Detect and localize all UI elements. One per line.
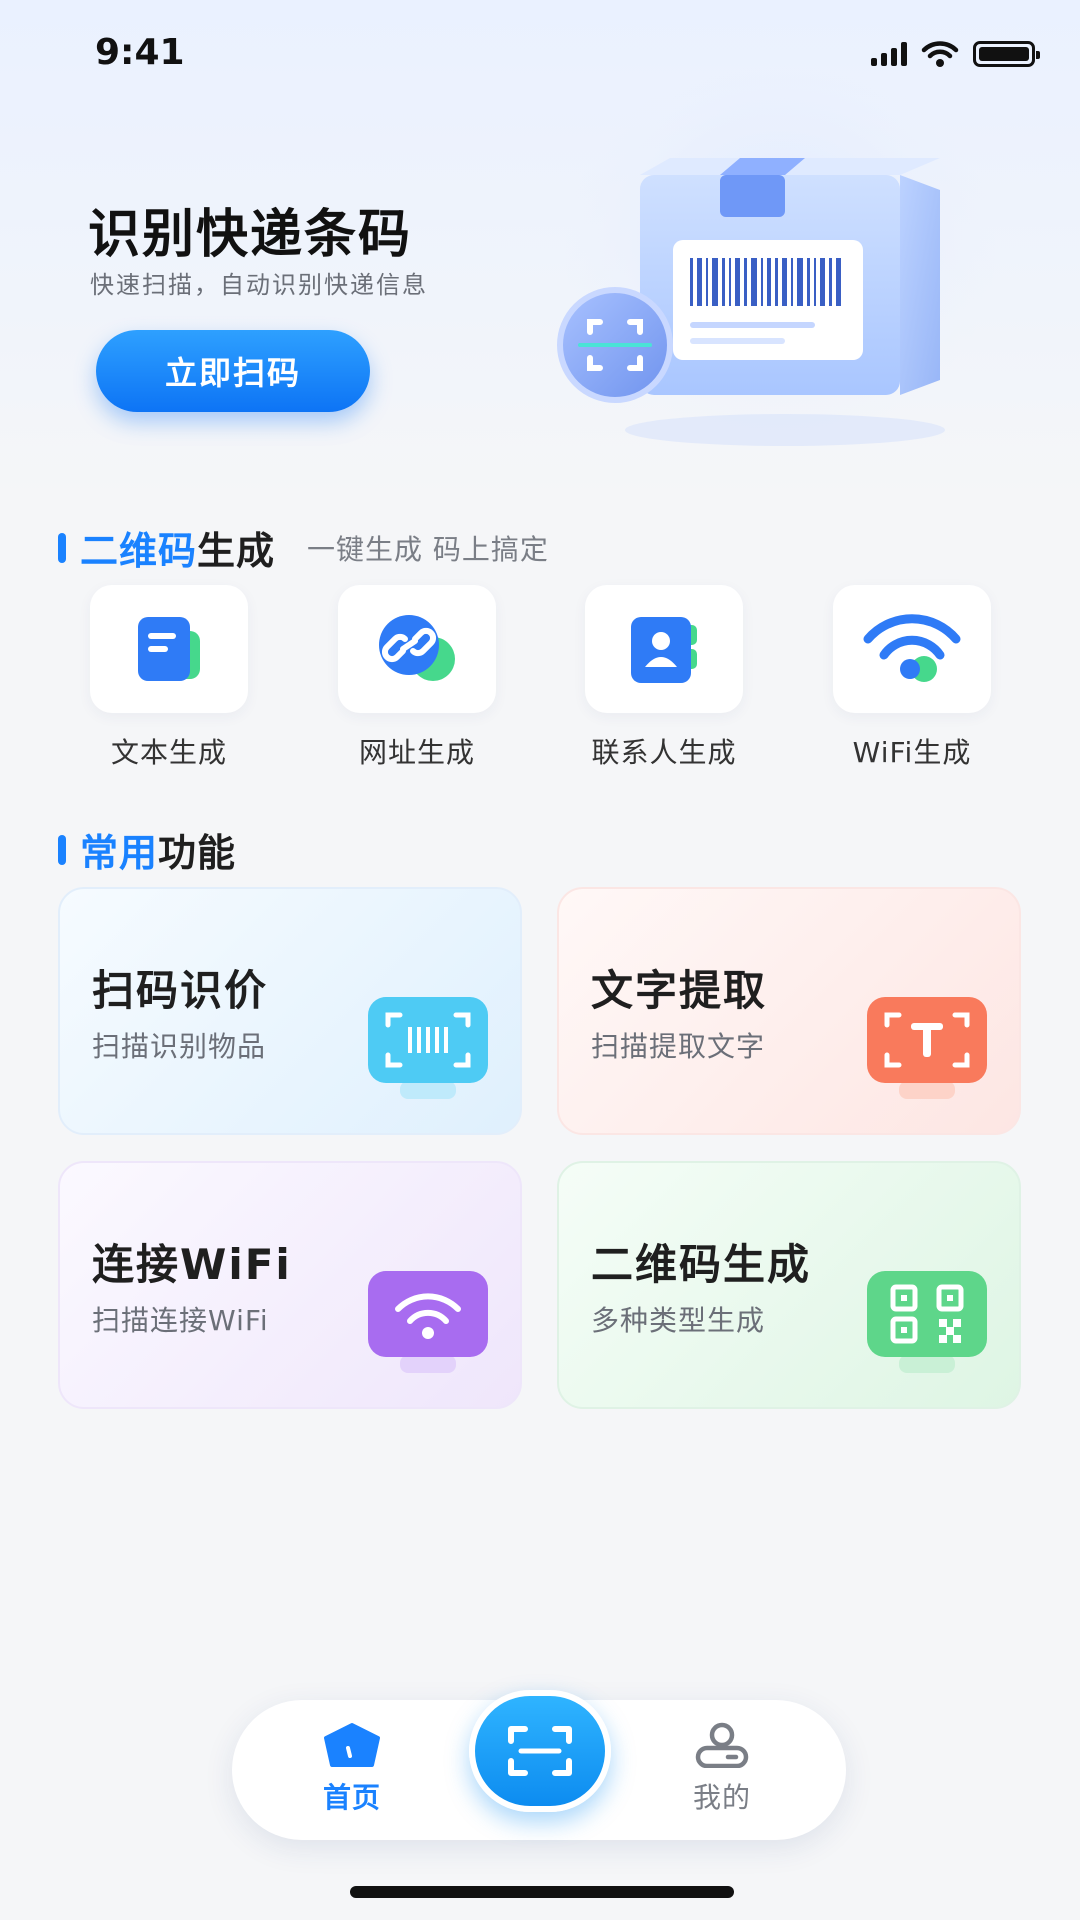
qr-section-title-highlight: 二维码: [80, 529, 198, 573]
hero-title: 识别快递条码: [88, 205, 413, 265]
user-icon: [695, 1722, 749, 1768]
wifi-connect-icon: [368, 1271, 488, 1373]
text-generate-label: 文本生成: [110, 736, 227, 769]
section-marker: [58, 834, 66, 865]
package-barcode-illustration: [557, 60, 995, 446]
text-doc-icon: [138, 617, 200, 681]
qr-section-description: 一键生成 码上搞定: [307, 532, 549, 566]
text-extract-card[interactable]: 文字提取 扫描提取文字: [557, 887, 1021, 1135]
common-section-title-rest: 功能: [158, 831, 237, 875]
wifi-generate-label: WiFi生成: [852, 736, 972, 769]
link-icon: [379, 615, 455, 681]
text-extract-icon: [867, 997, 987, 1099]
qr-section-title-rest: 生成: [197, 529, 276, 573]
barcode-scan-icon: [368, 997, 488, 1099]
status-time: 9:41: [95, 32, 185, 73]
tab-mine[interactable]: 我的: [662, 1722, 782, 1816]
connect-wifi-subtitle: 扫描连接WiFi: [92, 1304, 269, 1337]
tab-mine-label: 我的: [692, 1781, 751, 1814]
qr-section-title: 二维码生成: [80, 520, 275, 575]
url-generate-tile[interactable]: [338, 585, 496, 713]
connect-wifi-title: 连接WiFi: [92, 1240, 292, 1289]
contact-generate-label: 联系人生成: [591, 736, 737, 769]
connect-wifi-card[interactable]: 连接WiFi 扫描连接WiFi: [58, 1161, 522, 1409]
url-generate-label: 网址生成: [358, 736, 475, 769]
home-icon: [324, 1723, 380, 1767]
scan-price-subtitle: 扫描识别物品: [92, 1030, 267, 1063]
qr-generate-title: 二维码生成: [591, 1240, 812, 1289]
contact-icon: [631, 617, 697, 683]
scan-price-card[interactable]: 扫码识价 扫描识别物品: [58, 887, 522, 1135]
qr-generate-subtitle: 多种类型生成: [591, 1304, 766, 1337]
tab-home[interactable]: 首页: [292, 1722, 412, 1816]
common-section-header: 常用功能: [58, 822, 236, 877]
scan-price-title: 扫码识价: [92, 966, 269, 1015]
common-section-title: 常用功能: [80, 822, 236, 877]
wifi-generate-item[interactable]: WiFi生成: [832, 585, 992, 771]
contact-generate-item[interactable]: 联系人生成: [584, 585, 744, 771]
url-generate-item[interactable]: 网址生成: [337, 585, 497, 771]
text-extract-title: 文字提取: [591, 966, 768, 1015]
qr-section-header: 二维码生成 一键生成 码上搞定: [58, 520, 549, 575]
hero-subtitle: 快速扫描，自动识别快递信息: [90, 271, 428, 299]
scan-now-button[interactable]: 立即扫码: [96, 330, 370, 412]
tab-home-label: 首页: [322, 1781, 381, 1814]
section-marker: [58, 532, 66, 563]
scan-icon: [508, 1726, 572, 1776]
text-extract-subtitle: 扫描提取文字: [591, 1030, 766, 1063]
scan-fab-button[interactable]: [469, 1690, 611, 1812]
contact-generate-tile[interactable]: [585, 585, 743, 713]
wifi-generate-tile[interactable]: [833, 585, 991, 713]
text-generate-tile[interactable]: [90, 585, 248, 713]
text-generate-item[interactable]: 文本生成: [89, 585, 249, 771]
home-indicator: [350, 1886, 734, 1898]
wifi-icon: [863, 614, 961, 682]
qr-generate-card[interactable]: 二维码生成 多种类型生成: [557, 1161, 1021, 1409]
common-section-title-highlight: 常用: [80, 831, 159, 875]
qr-generate-row: 文本生成 网址生成 联系人生成 WiFi生成: [0, 585, 1080, 775]
qr-code-icon: [867, 1271, 987, 1373]
